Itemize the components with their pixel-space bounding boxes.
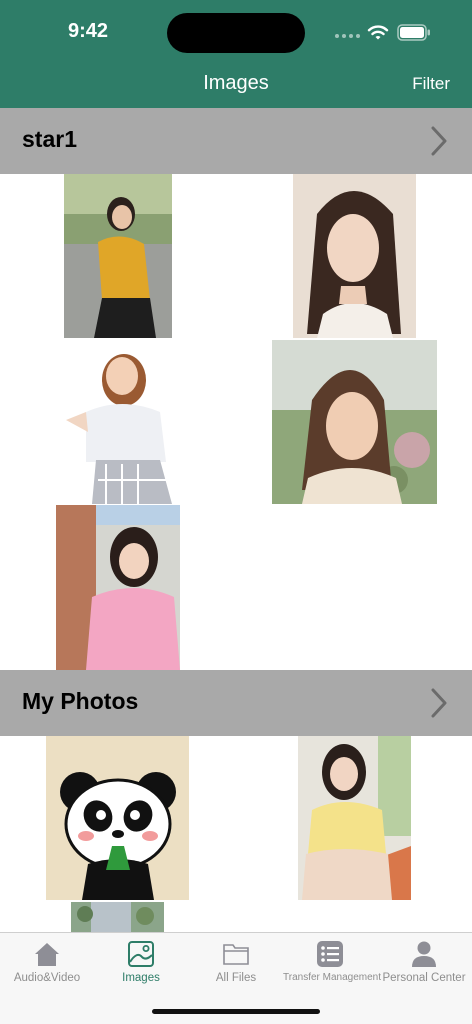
tab-label: Images <box>122 972 160 984</box>
tab-label: Audio&Video <box>13 972 81 984</box>
photo-thumbnail[interactable] <box>298 736 411 900</box>
chevron-right-icon <box>431 126 447 156</box>
photo-thumbnail[interactable] <box>272 340 437 504</box>
status-time: 9:42 <box>68 20 109 42</box>
photo-thumbnail[interactable] <box>46 736 189 900</box>
dynamic-island <box>167 13 305 53</box>
wifi-icon <box>367 25 389 40</box>
page-title: Images <box>203 72 269 94</box>
section-title: My Photos <box>22 688 139 714</box>
filter-button[interactable]: Filter <box>412 74 450 94</box>
image-icon <box>128 941 154 967</box>
tab-personal-center[interactable]: Personal Center <box>377 939 471 991</box>
tab-label: Personal Center <box>382 972 466 984</box>
battery-icon <box>397 24 430 41</box>
tab-images[interactable]: Images <box>94 939 188 991</box>
chevron-right-icon <box>431 688 447 718</box>
section-header-my-photos[interactable]: My Photos <box>0 670 472 736</box>
photo-thumbnail[interactable] <box>293 174 416 338</box>
home-icon <box>35 943 59 966</box>
tab-transfer-management[interactable]: Transfer Management <box>283 939 382 991</box>
photo-thumbnail[interactable] <box>52 340 181 504</box>
home-indicator[interactable] <box>152 1009 320 1014</box>
tab-all-files[interactable]: All Files <box>189 939 283 991</box>
folder-icon <box>223 944 249 965</box>
list-icon <box>317 941 343 967</box>
tab-label: All Files <box>215 972 257 984</box>
nav-header: 9:42 Images Filter <box>0 0 472 108</box>
photo-thumbnail[interactable] <box>71 902 164 932</box>
photo-thumbnail[interactable] <box>56 505 180 670</box>
person-icon <box>412 941 436 967</box>
screen: 9:42 Images Filter star1 My Photos Audio… <box>0 0 472 1024</box>
section-header-star1[interactable]: star1 <box>0 108 472 174</box>
cellular-signal-icon <box>335 34 360 38</box>
tab-label: Transfer Management <box>283 972 382 983</box>
tab-audio-video[interactable]: Audio&Video <box>0 939 94 991</box>
photo-thumbnail[interactable] <box>64 174 172 338</box>
section-title: star1 <box>22 126 77 152</box>
